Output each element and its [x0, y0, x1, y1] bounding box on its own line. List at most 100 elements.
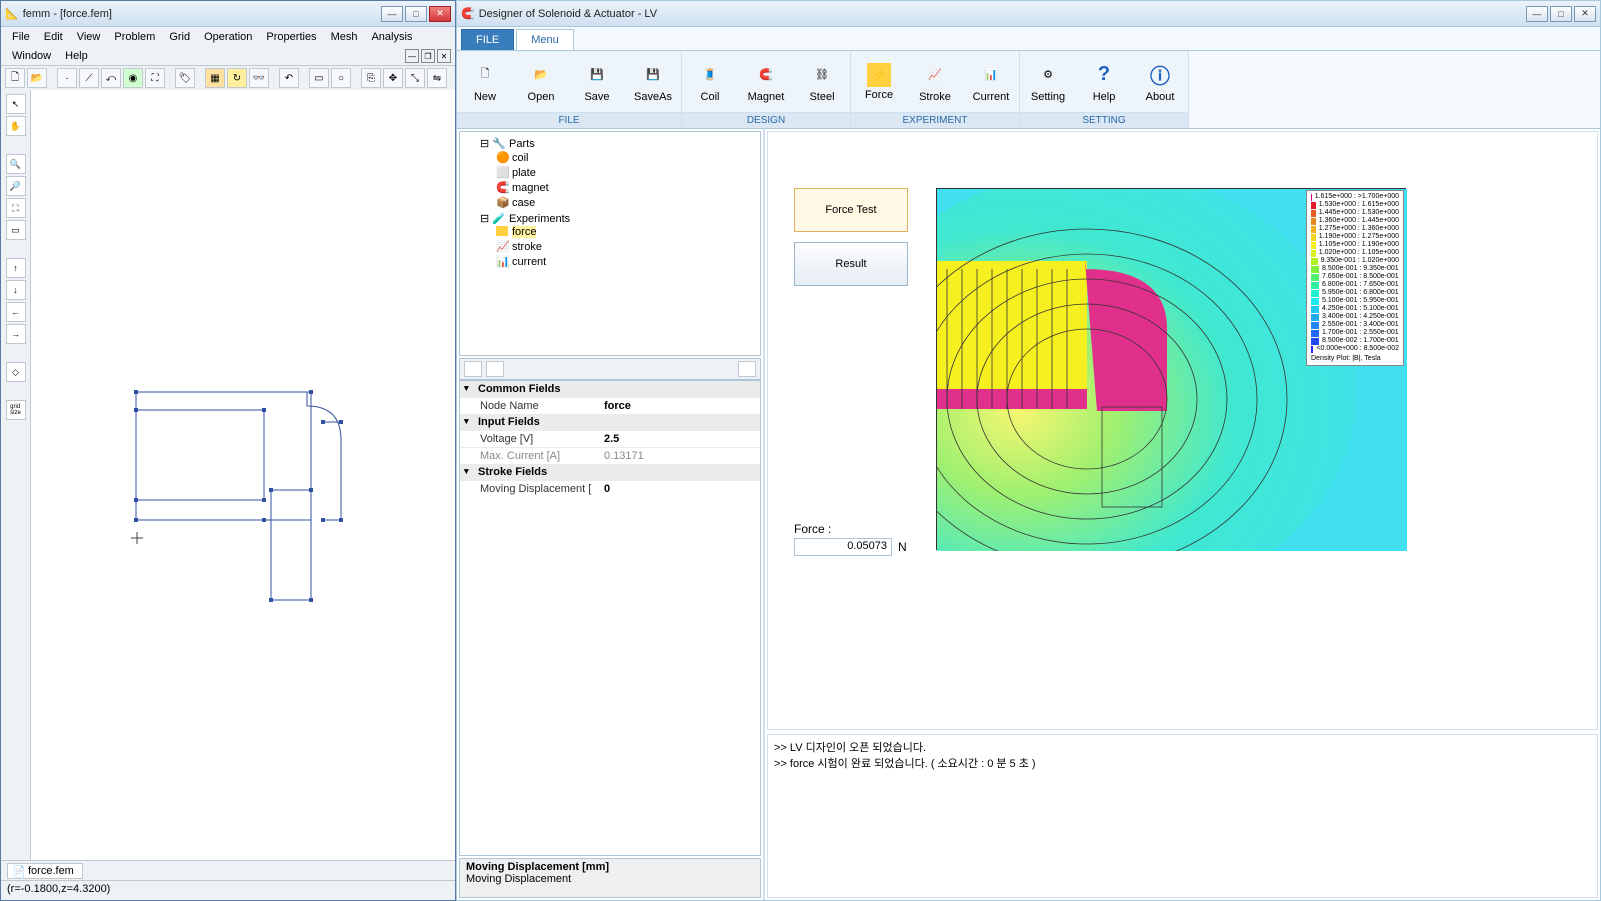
femm-canvas[interactable] — [31, 90, 455, 860]
menu-help[interactable]: Help — [58, 48, 95, 64]
ribbon-current[interactable]: 📊Current — [963, 51, 1019, 112]
nav-left-icon[interactable]: ← — [6, 302, 26, 322]
mdi-restore-button[interactable]: ❐ — [421, 49, 435, 63]
tree-force[interactable]: force — [496, 225, 756, 239]
menu-edit[interactable]: Edit — [37, 29, 70, 45]
zoom-fit-icon[interactable]: ⛶ — [6, 198, 26, 218]
ribbon-help[interactable]: ?Help — [1076, 51, 1132, 112]
select-rect-icon[interactable]: ▭ — [309, 68, 329, 88]
material-icon[interactable]: 🏷 — [175, 68, 195, 88]
nav-right-icon[interactable]: → — [6, 324, 26, 344]
row-displacement[interactable]: Moving Displacement [ 0 — [460, 480, 760, 497]
group-icon[interactable]: ⛶ — [145, 68, 165, 88]
ribbon-save[interactable]: 💾Save — [569, 51, 625, 112]
ribbon-steel[interactable]: ⛓Steel — [794, 51, 850, 112]
undo-icon[interactable]: ↶ — [279, 68, 299, 88]
segment-icon[interactable]: ⟋ — [79, 68, 99, 88]
analyze-icon[interactable]: ↻ — [227, 68, 247, 88]
new-icon[interactable]: 🗋 — [5, 68, 25, 88]
log-area[interactable]: >> LV 디자인이 오픈 되었습니다. >> force 시험이 완료 되었습… — [767, 734, 1598, 898]
row-voltage[interactable]: Voltage [V] 2.5 — [460, 430, 760, 447]
arc-icon[interactable]: ⤺ — [101, 68, 121, 88]
mdi-close-button[interactable]: ✕ — [437, 49, 451, 63]
document-tab[interactable]: 📄 force.fem — [7, 863, 83, 879]
force-icon — [496, 226, 508, 236]
tree-current[interactable]: 📊current — [496, 254, 756, 269]
copy-icon[interactable]: ⎘ — [361, 68, 381, 88]
mesh-icon[interactable]: ▦ — [205, 68, 225, 88]
scale-icon[interactable]: ⤡ — [405, 68, 425, 88]
femm-toolbar: 🗋 📂 · ⟋ ⤺ ◉ ⛶ 🏷 ▦ ↻ 👓 ↶ ▭ ○ ⎘ ✥ ⤡ ⇋ — [1, 66, 455, 90]
move-icon[interactable]: ✥ — [383, 68, 403, 88]
tree-experiments[interactable]: ⊟ 🧪 Experiments force 📈stroke 📊current — [480, 211, 756, 270]
tab-menu[interactable]: Menu — [516, 29, 574, 50]
femm-titlebar: 📐 femm - [force.fem] — □ ✕ — [1, 1, 455, 27]
cat-input[interactable]: Input Fields — [460, 414, 760, 430]
close-button[interactable]: ✕ — [1574, 6, 1596, 22]
ribbon-magnet[interactable]: 🧲Magnet — [738, 51, 794, 112]
nav-down-icon[interactable]: ↓ — [6, 280, 26, 300]
prop-pages-icon[interactable] — [738, 361, 756, 377]
coil-icon: 🟠 — [496, 151, 508, 161]
row-nodename[interactable]: Node Name force — [460, 397, 760, 414]
grid-size-icon[interactable]: gridsize — [6, 400, 26, 420]
ribbon-coil[interactable]: 🧵Coil — [682, 51, 738, 112]
menu-grid[interactable]: Grid — [162, 29, 197, 45]
open-icon[interactable]: 📂 — [27, 68, 47, 88]
mdi-minimize-button[interactable]: — — [405, 49, 419, 63]
close-button[interactable]: ✕ — [429, 6, 451, 22]
ribbon-saveas[interactable]: 💾SaveAs — [625, 51, 681, 112]
mirror-icon[interactable]: ⇋ — [427, 68, 447, 88]
ribbon-setting[interactable]: ⚙Setting — [1020, 51, 1076, 112]
tree-case[interactable]: 📦case — [496, 195, 756, 210]
prop-alphabetical-icon[interactable] — [486, 361, 504, 377]
node-icon[interactable]: · — [57, 68, 77, 88]
ribbon-open[interactable]: 📂Open — [513, 51, 569, 112]
tree-stroke[interactable]: 📈stroke — [496, 239, 756, 254]
tree-magnet[interactable]: 🧲magnet — [496, 180, 756, 195]
tree-plate[interactable]: ⬜plate — [496, 165, 756, 180]
menu-window[interactable]: Window — [5, 48, 58, 64]
nav-up-icon[interactable]: ↑ — [6, 258, 26, 278]
cat-common[interactable]: Common Fields — [460, 381, 760, 397]
help-icon: ? — [1090, 61, 1118, 89]
ribbon-stroke[interactable]: 📈Stroke — [907, 51, 963, 112]
ribbon-force[interactable]: ⚡Force — [851, 51, 907, 112]
tab-label: force.fem — [28, 865, 74, 877]
select-circ-icon[interactable]: ○ — [331, 68, 351, 88]
menu-file[interactable]: File — [5, 29, 37, 45]
row-maxcurrent[interactable]: Max. Current [A] 0.13171 — [460, 447, 760, 464]
maximize-button[interactable]: □ — [1550, 6, 1572, 22]
desc-text: Moving Displacement — [466, 873, 754, 885]
menu-view[interactable]: View — [70, 29, 108, 45]
prop-categorized-icon[interactable] — [464, 361, 482, 377]
menu-operation[interactable]: Operation — [197, 29, 259, 45]
ribbon-about[interactable]: ⓘAbout — [1132, 51, 1188, 112]
magnet-icon: 🧲 — [496, 181, 508, 191]
result-button[interactable]: Result — [794, 242, 908, 286]
zoom-in-icon[interactable]: 🔍 — [6, 154, 26, 174]
femm-statusbar: (r=-0.1800,z=4.3200) — [1, 880, 455, 900]
zoom-window-icon[interactable]: ▭ — [6, 220, 26, 240]
simulation-area: Force Test Result Force : 0.05073 N — [767, 131, 1598, 730]
results-icon[interactable]: 👓 — [249, 68, 269, 88]
minimize-button[interactable]: — — [381, 6, 403, 22]
snap-icon[interactable]: ◇ — [6, 362, 26, 382]
pan-icon[interactable]: ✋ — [6, 116, 26, 136]
minimize-button[interactable]: — — [1526, 6, 1548, 22]
menu-problem[interactable]: Problem — [107, 29, 162, 45]
menu-mesh[interactable]: Mesh — [324, 29, 365, 45]
ribbon-new[interactable]: 🗋New — [457, 51, 513, 112]
block-icon[interactable]: ◉ — [123, 68, 143, 88]
force-test-button[interactable]: Force Test — [794, 188, 908, 232]
menu-analysis[interactable]: Analysis — [364, 29, 419, 45]
zoom-out-icon[interactable]: 🔎 — [6, 176, 26, 196]
cat-stroke[interactable]: Stroke Fields — [460, 464, 760, 480]
maximize-button[interactable]: □ — [405, 6, 427, 22]
tab-file[interactable]: FILE — [461, 29, 514, 50]
arrow-icon[interactable]: ↖ — [6, 94, 26, 114]
tree-coil[interactable]: 🟠coil — [496, 150, 756, 165]
menu-properties[interactable]: Properties — [259, 29, 323, 45]
saveas-icon: 💾 — [639, 61, 667, 89]
tree-parts[interactable]: ⊟ 🔧 Parts 🟠coil ⬜plate 🧲magnet 📦case — [480, 136, 756, 211]
